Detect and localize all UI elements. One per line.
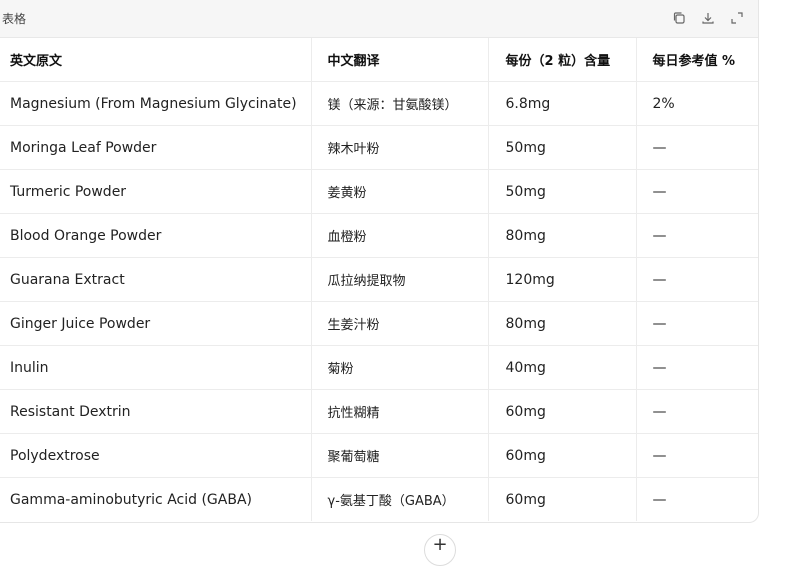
table-row: Polydextrose 聚葡萄糖 60mg — [0, 433, 758, 478]
table-row: Inulin 菊粉 40mg — [0, 345, 758, 390]
cell-daily-value: — [636, 169, 758, 214]
cell-amount: 40mg [488, 345, 637, 390]
cell-chinese: 姜黄粉 [311, 169, 489, 214]
cell-amount: 120mg [488, 257, 637, 302]
table-row: Moringa Leaf Powder 辣木叶粉 50mg — [0, 125, 758, 170]
cell-daily-value: — [636, 301, 758, 346]
cell-english: Inulin [0, 345, 312, 390]
cell-amount: 60mg [488, 477, 637, 521]
table-card: 表格 英文原文 中文翻译 每份（2 粒）含量 每日参考值 % Magnesium… [0, 0, 759, 523]
cell-daily-value: — [636, 125, 758, 170]
cell-english: Moringa Leaf Powder [0, 125, 312, 170]
cell-daily-value: — [636, 389, 758, 434]
cell-amount: 50mg [488, 169, 637, 214]
header-chinese: 中文翻译 [311, 38, 489, 82]
cell-daily-value: — [636, 213, 758, 258]
table-row: Turmeric Powder 姜黄粉 50mg — [0, 169, 758, 214]
cell-english: Blood Orange Powder [0, 213, 312, 258]
cell-daily-value: — [636, 345, 758, 390]
cell-english: Magnesium (From Magnesium Glycinate) [0, 81, 312, 126]
cell-amount: 80mg [488, 301, 637, 346]
cell-english: Gamma-aminobutyric Acid (GABA) [0, 477, 312, 521]
plus-icon: + [432, 534, 448, 555]
table-row: Resistant Dextrin 抗性糊精 60mg — [0, 389, 758, 434]
cell-english: Resistant Dextrin [0, 389, 312, 434]
table-row: Guarana Extract 瓜拉纳提取物 120mg — [0, 257, 758, 302]
cell-daily-value: — [636, 257, 758, 302]
copy-icon[interactable] [672, 11, 686, 25]
cell-chinese: 镁（来源：甘氨酸镁） [311, 81, 489, 126]
table-row: Blood Orange Powder 血橙粉 80mg — [0, 213, 758, 258]
table-row: Magnesium (From Magnesium Glycinate) 镁（来… [0, 81, 758, 126]
cell-english: Guarana Extract [0, 257, 312, 302]
cell-amount: 80mg [488, 213, 637, 258]
expand-icon[interactable] [730, 11, 744, 25]
header-daily-value: 每日参考值 % [636, 38, 758, 82]
table-header-row: 英文原文 中文翻译 每份（2 粒）含量 每日参考值 % [0, 38, 758, 82]
table-card-header: 表格 [0, 0, 758, 38]
download-icon[interactable] [701, 11, 715, 25]
cell-chinese: 菊粉 [311, 345, 489, 390]
cell-chinese: 生姜汁粉 [311, 301, 489, 346]
header-amount: 每份（2 粒）含量 [488, 38, 637, 82]
table-row: Gamma-aminobutyric Acid (GABA) γ-氨基丁酸（GA… [0, 477, 758, 521]
cell-english: Turmeric Powder [0, 169, 312, 214]
cell-amount: 50mg [488, 125, 637, 170]
cell-english: Ginger Juice Powder [0, 301, 312, 346]
cell-chinese: 血橙粉 [311, 213, 489, 258]
cell-chinese: γ-氨基丁酸（GABA） [311, 477, 489, 521]
cell-amount: 60mg [488, 433, 637, 478]
cell-english: Polydextrose [0, 433, 312, 478]
cell-chinese: 抗性糊精 [311, 389, 489, 434]
cell-daily-value: — [636, 433, 758, 478]
add-button[interactable]: + [424, 534, 456, 566]
cell-amount: 60mg [488, 389, 637, 434]
cell-chinese: 聚葡萄糖 [311, 433, 489, 478]
ingredients-table: 英文原文 中文翻译 每份（2 粒）含量 每日参考值 % Magnesium (F… [0, 38, 758, 521]
cell-daily-value: — [652, 491, 667, 508]
cell-chinese: 瓜拉纳提取物 [311, 257, 489, 302]
table-row: Ginger Juice Powder 生姜汁粉 80mg — [0, 301, 758, 346]
card-title: 表格 [2, 12, 27, 26]
cell-chinese: 辣木叶粉 [311, 125, 489, 170]
cell-amount: 6.8mg [488, 81, 637, 126]
header-english: 英文原文 [0, 38, 312, 82]
cell-daily-value: 2% [636, 81, 758, 126]
